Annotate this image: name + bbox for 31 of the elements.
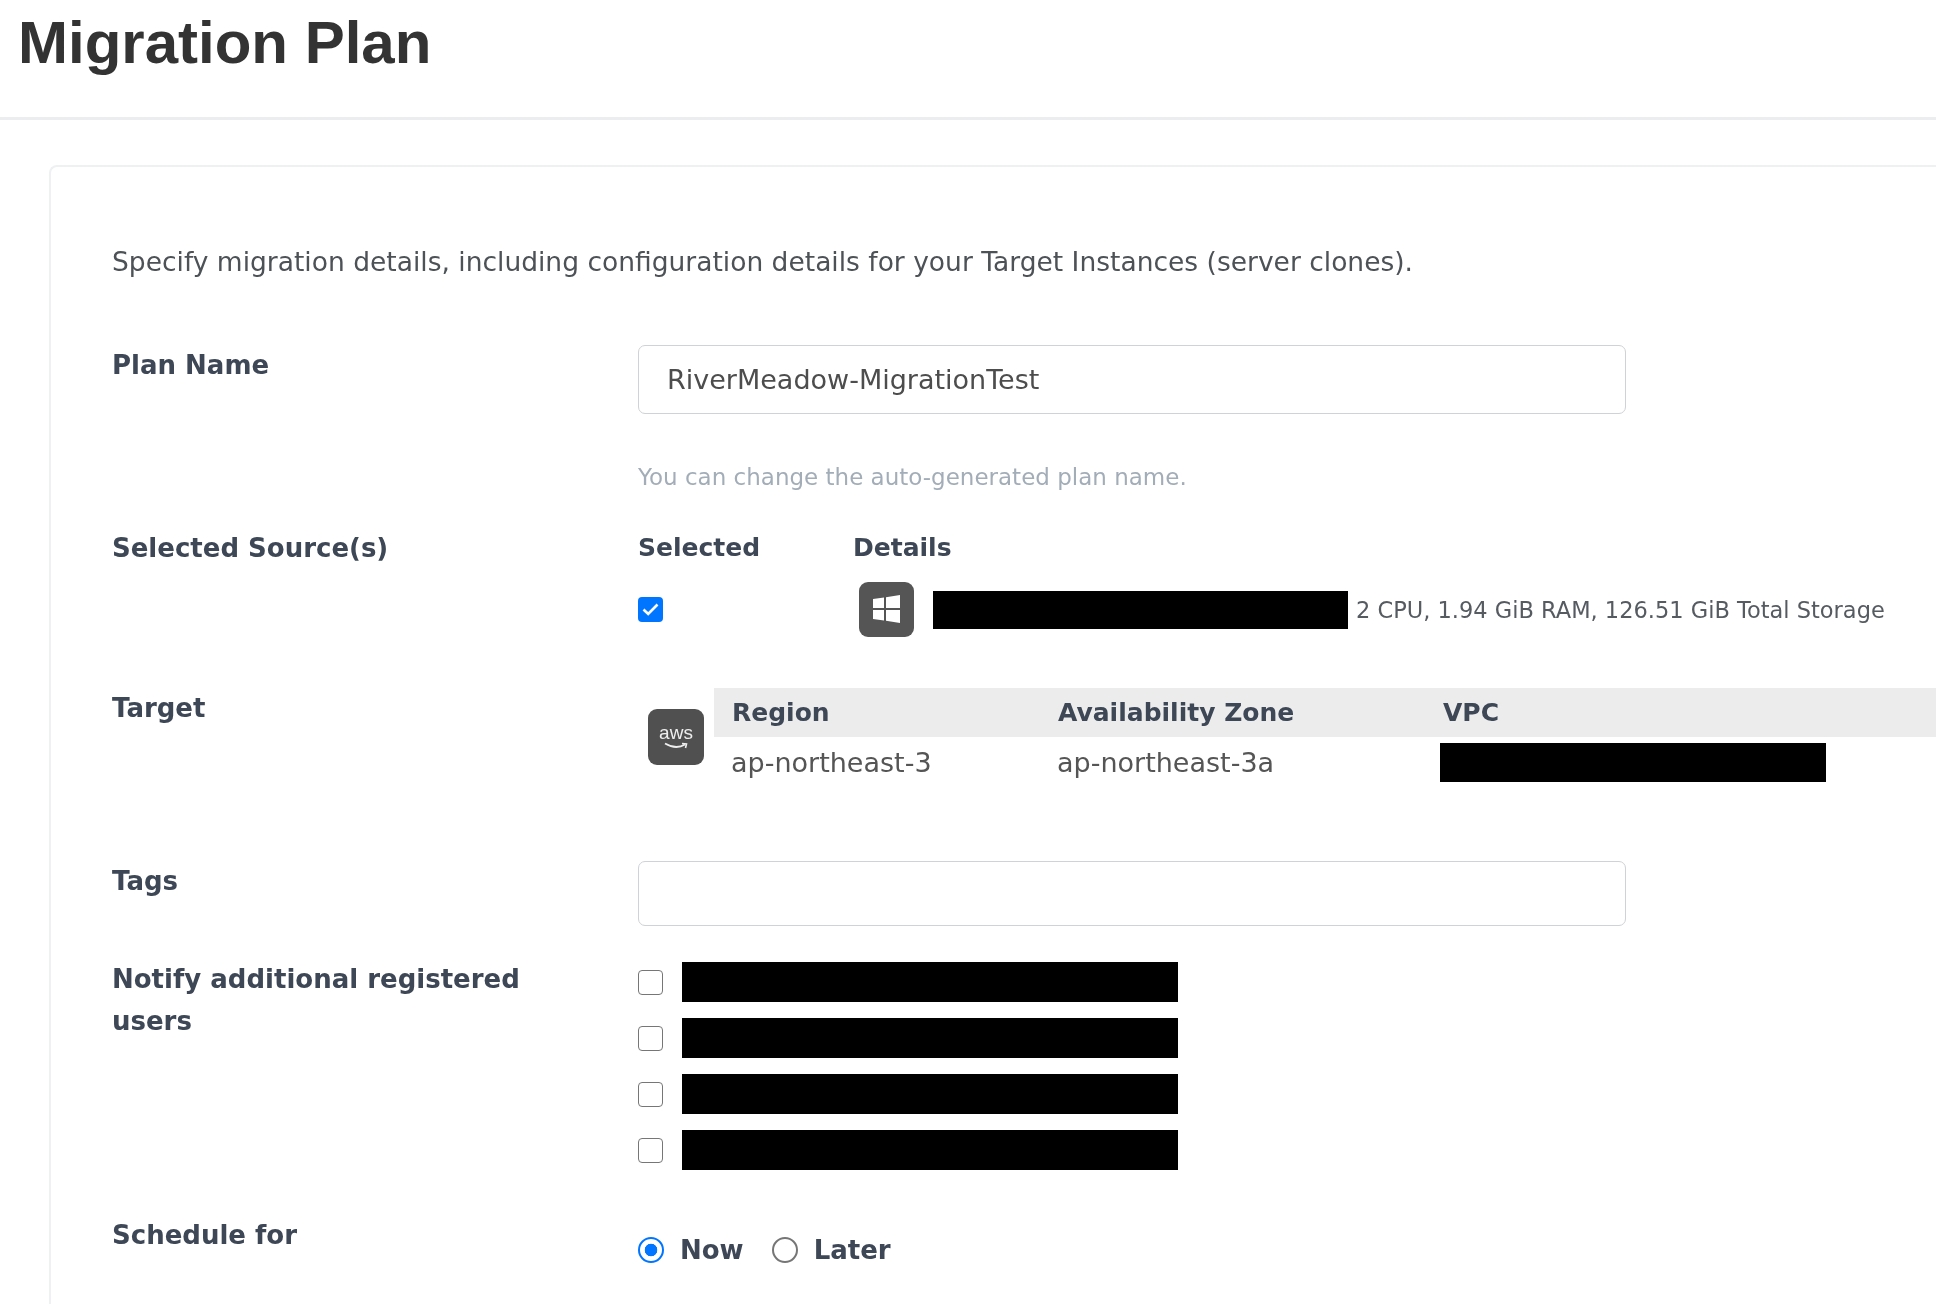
radio-label[interactable]: Now	[680, 1235, 744, 1265]
checkbox[interactable]	[638, 1025, 663, 1051]
field-label: Notify additional registered users	[112, 963, 521, 1038]
field-hint: You can change the auto-generated plan name.	[638, 463, 1187, 492]
page-title: Migration Plan	[18, 8, 432, 78]
field-label: Plan Name	[112, 349, 270, 381]
form-description: Specify migration details, including configuration details for your Target Instances (server clones).	[112, 245, 1413, 279]
tags-field[interactable]	[638, 861, 1626, 926]
column-header: VPC	[1425, 688, 1936, 737]
provider-logo: aws	[648, 709, 704, 765]
checkbox[interactable]	[638, 969, 663, 995]
column-header: Availability Zone	[1040, 688, 1425, 737]
checkbox[interactable]	[638, 1081, 663, 1107]
checkbox[interactable]	[638, 1137, 663, 1163]
column-header: Region	[714, 688, 1040, 737]
plan-name-field[interactable]: RiverMeadow-MigrationTest	[638, 345, 1626, 414]
radio-button[interactable]	[638, 1237, 664, 1263]
radio-label[interactable]: Later	[813, 1235, 891, 1265]
field-label: Schedule for	[112, 1219, 297, 1251]
windows-logo-icon	[859, 582, 914, 637]
field-label: Selected Source(s)	[112, 532, 389, 564]
source-specs: 2 CPU, 1.94 GiB RAM, 126.51 GiB Total Storage	[1356, 595, 1885, 625]
checkbox[interactable]	[638, 597, 663, 622]
radio-button[interactable]	[771, 1237, 798, 1263]
column-header: Selected	[638, 532, 761, 564]
checkmark-icon	[642, 603, 659, 616]
field-label: Tags	[112, 865, 178, 897]
table-cell: ap-northeast-3	[731, 746, 932, 778]
column-header: Details	[853, 532, 952, 564]
field-label: Target	[112, 692, 206, 724]
table-cell: ap-northeast-3a	[1057, 746, 1275, 778]
